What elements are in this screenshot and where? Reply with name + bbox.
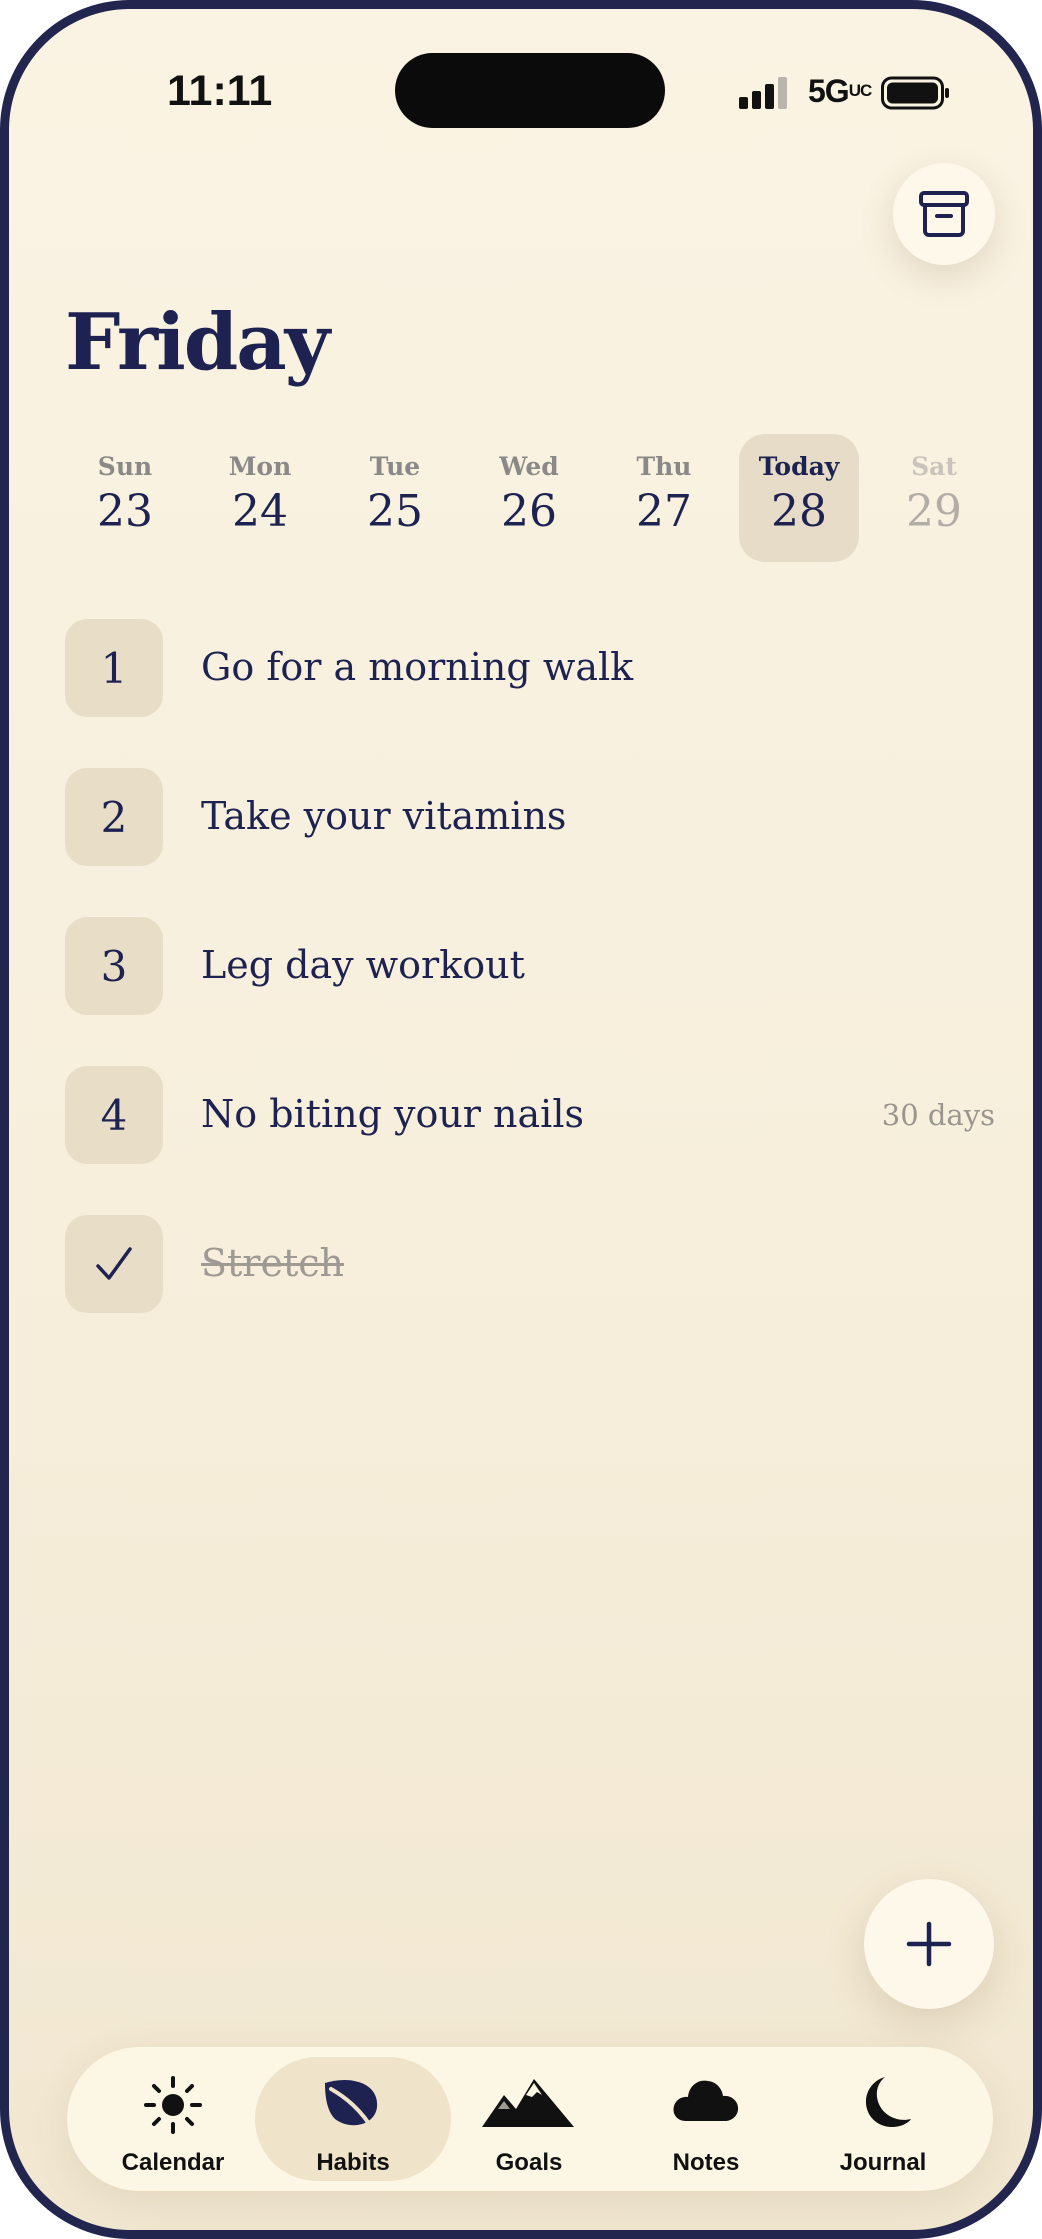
habit-row[interactable]: 3 Leg day workout — [9, 917, 1033, 1017]
tab-bar: Calendar Habits Goals Notes Journal — [67, 2047, 993, 2191]
habit-label: No biting your nails — [201, 1092, 584, 1136]
day-wed[interactable]: Wed 26 — [469, 434, 589, 562]
day-sun[interactable]: Sun 23 — [65, 434, 185, 562]
tab-habits[interactable]: Habits — [255, 2057, 451, 2181]
day-sat: Sat 29 — [874, 434, 994, 562]
day-name: Sun — [97, 452, 153, 481]
day-number: 29 — [906, 486, 962, 537]
day-number: 25 — [367, 486, 423, 537]
day-name: Thu — [636, 452, 692, 481]
habit-checkbox[interactable]: 4 — [65, 1066, 163, 1164]
tab-calendar[interactable]: Calendar — [75, 2057, 271, 2181]
leaf-icon — [325, 2080, 378, 2135]
tab-journal[interactable]: Journal — [785, 2057, 981, 2181]
page-title: Friday — [65, 297, 330, 388]
phone-frame: 11:11 5GUC Friday Sun 23 Mon 24 Tue 25 W… — [0, 0, 1042, 2239]
signal-icon — [739, 77, 787, 109]
habit-label: Take your vitamins — [201, 794, 567, 838]
archive-button[interactable] — [893, 163, 995, 265]
day-name: Tue — [369, 452, 421, 481]
week-strip: Sun 23 Mon 24 Tue 25 Wed 26 Thu 27 Today… — [9, 434, 1033, 564]
habit-row[interactable]: 4 No biting your nails 30 days — [9, 1066, 1033, 1166]
cloud-icon — [673, 2080, 739, 2121]
habit-label: Stretch — [201, 1241, 344, 1285]
day-mon[interactable]: Mon 24 — [200, 434, 320, 562]
day-number: 27 — [636, 486, 692, 537]
day-name: Today — [758, 452, 840, 481]
tab-goals[interactable]: Goals — [431, 2057, 627, 2181]
tab-label: Notes — [672, 2149, 740, 2176]
network-label: 5GUC — [808, 73, 872, 109]
tab-notes[interactable]: Notes — [608, 2057, 804, 2181]
add-habit-button[interactable] — [864, 1879, 994, 2009]
day-name: Wed — [499, 452, 559, 481]
battery-icon — [881, 76, 949, 110]
archive-box-icon — [919, 191, 969, 237]
status-time: 11:11 — [167, 67, 273, 115]
day-number: 23 — [97, 486, 153, 537]
habit-checkbox[interactable]: 1 — [65, 619, 163, 717]
habit-row[interactable]: 2 Take your vitamins — [9, 768, 1033, 868]
habit-streak: 30 days — [881, 1098, 995, 1132]
habit-label: Go for a morning walk — [201, 645, 634, 689]
day-number: 28 — [771, 486, 827, 537]
moon-icon — [865, 2077, 911, 2128]
day-thu[interactable]: Thu 27 — [604, 434, 724, 562]
tab-label: Goals — [495, 2149, 563, 2176]
tab-label: Journal — [839, 2149, 927, 2176]
checkmark-icon — [96, 1247, 132, 1280]
day-today[interactable]: Today 28 — [739, 434, 859, 562]
habit-row[interactable]: 1 Go for a morning walk — [9, 619, 1033, 719]
sun-icon — [144, 2076, 202, 2134]
habit-label: Leg day workout — [201, 943, 525, 987]
dynamic-island — [395, 53, 665, 128]
habit-checkbox-checked[interactable] — [65, 1215, 163, 1313]
tab-label: Calendar — [121, 2149, 225, 2176]
day-tue[interactable]: Tue 25 — [335, 434, 455, 562]
habit-row-completed[interactable]: Stretch — [9, 1215, 1033, 1315]
day-name: Mon — [228, 452, 292, 481]
day-name: Sat — [911, 452, 957, 481]
mountains-icon — [482, 2079, 574, 2127]
habit-checkbox[interactable]: 3 — [65, 917, 163, 1015]
tab-label: Habits — [316, 2149, 390, 2176]
habit-checkbox[interactable]: 2 — [65, 768, 163, 866]
day-number: 24 — [232, 486, 288, 537]
plus-icon — [906, 1921, 952, 1967]
day-number: 26 — [501, 486, 557, 537]
